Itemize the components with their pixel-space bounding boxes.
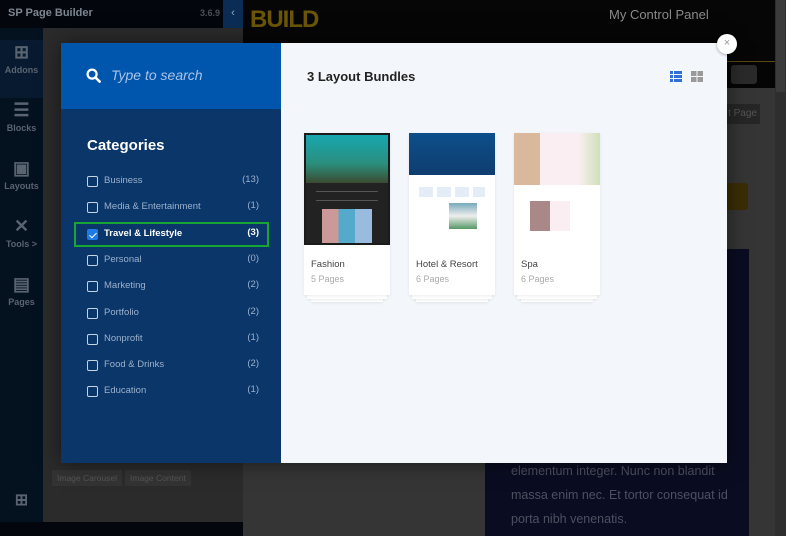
category-count: (2) [247, 358, 259, 370]
builder-topbar: SP Page Builder 3.6.9 [0, 0, 243, 28]
category-label: Food & Drinks [104, 359, 165, 371]
blocks-icon: ☰ [13, 100, 30, 120]
close-modal-button[interactable]: × [717, 34, 737, 54]
search-icon [86, 68, 101, 83]
category-count: (3) [247, 226, 259, 238]
checkbox[interactable] [87, 333, 98, 345]
category-count: (1) [247, 200, 259, 212]
add-icon[interactable]: ⊞ [0, 490, 43, 510]
category-item[interactable]: Nonprofit (1) [74, 327, 269, 352]
version-label: 3.6.9 [200, 8, 221, 18]
control-panel-link[interactable]: My Control Panel [609, 7, 709, 22]
category-item[interactable]: Food & Drinks (2) [74, 353, 269, 378]
site-logo: BUILD [250, 6, 319, 33]
checkbox[interactable] [87, 360, 98, 372]
checkbox[interactable] [87, 254, 98, 266]
bundle-card-fashion[interactable]: Fashion 5 Pages [304, 133, 390, 302]
search-input[interactable] [111, 67, 271, 83]
bundle-card-spa[interactable]: Spa 6 Pages [514, 133, 600, 302]
bundle-name: Spa [521, 259, 538, 270]
sidebar-item-addons[interactable]: ⊞ Addons [0, 40, 43, 98]
sidebar-item-tools[interactable]: ✕ Tools > [0, 216, 43, 249]
bundle-name: Fashion [311, 259, 345, 270]
fashion-thumbnail [304, 133, 390, 245]
category-label: Business [104, 175, 143, 186]
sidebar-label: Layouts [4, 181, 39, 191]
sidebar-label: Pages [8, 297, 35, 307]
category-count: (2) [247, 279, 259, 291]
category-label: Education [104, 385, 147, 397]
add-file-icon: ⊞ [13, 42, 30, 62]
category-label: Portfolio [104, 306, 139, 318]
builder-bottombar [0, 522, 243, 536]
category-item[interactable]: Marketing (2) [74, 274, 269, 299]
layouts-icon: ▣ [12, 158, 30, 178]
sidebar-item-pages[interactable]: ▤ Pages [0, 274, 43, 307]
collapse-sidebar-button[interactable]: ‹ [223, 0, 243, 28]
checkbox[interactable] [87, 281, 98, 293]
tools-icon: ✕ [13, 216, 30, 236]
categories-pane: Categories Business (13) Media & Entertain… [61, 43, 281, 463]
addon-image-carousel[interactable]: Image Carousel [52, 470, 123, 486]
sidebar-item-blocks[interactable]: ☰ Blocks [0, 100, 43, 133]
scrollbar-thumb[interactable] [776, 0, 785, 92]
category-label: Nonprofit [104, 332, 143, 344]
category-item[interactable]: Portfolio (2) [74, 301, 269, 326]
category-item[interactable]: Education (1) [74, 379, 269, 404]
sidebar-label: Tools > [5, 239, 38, 249]
sidebar-item-layouts[interactable]: ▣ Layouts [0, 158, 43, 191]
categories-title: Categories [87, 137, 165, 154]
category-label: Media & Entertainment [104, 201, 201, 213]
category-item[interactable]: Business (13) [74, 169, 269, 194]
search-box [61, 43, 281, 109]
bundles-count-title: 3 Layout Bundles [307, 69, 416, 84]
app-title: SP Page Builder [8, 7, 93, 19]
checkbox[interactable] [87, 176, 98, 187]
menu-button[interactable] [731, 65, 757, 84]
checkbox[interactable] [87, 202, 98, 214]
category-count: (1) [247, 384, 259, 396]
layout-bundles-modal: Categories Business (13) Media & Entertain… [61, 43, 727, 463]
checkbox[interactable] [87, 228, 98, 240]
bundle-pages: 5 Pages [311, 274, 345, 284]
category-label: Personal [104, 253, 142, 265]
category-count: (1) [247, 331, 259, 343]
category-label: Marketing [104, 280, 146, 292]
addon-buttons: Image Carousel Image Content [52, 470, 194, 486]
checkbox[interactable] [87, 307, 98, 319]
grid-view-icon[interactable] [691, 71, 703, 82]
body-text: elementum integer. Nunc non blandit mass… [511, 464, 728, 526]
spa-thumbnail [514, 133, 600, 245]
bundle-card-hotel-resort[interactable]: Hotel & Resort 6 Pages [409, 133, 495, 302]
addon-image-content[interactable]: Image Content [125, 470, 191, 486]
sidebar-label: Addons [4, 65, 39, 75]
category-item[interactable]: Personal (0) [74, 248, 269, 273]
category-count: (13) [242, 174, 259, 185]
builder-sidebar: ⊞ Addons ☰ Blocks ▣ Layouts ✕ Tools > ▤ Pages… [0, 28, 43, 522]
sidebar-label: Blocks [6, 123, 37, 133]
hotel-resort-thumbnail [409, 133, 495, 245]
bundle-pages: 6 Pages [416, 274, 450, 284]
category-item[interactable]: Media & Entertainment (1) [74, 195, 269, 220]
list-view-icon[interactable] [670, 71, 682, 82]
category-count: (2) [247, 305, 259, 317]
category-item[interactable]: Travel & Lifestyle (3) [74, 221, 269, 247]
bundle-name: Hotel & Resort [416, 259, 478, 270]
checkbox[interactable] [87, 386, 98, 398]
category-count: (0) [247, 252, 259, 264]
category-label: Travel & Lifestyle [104, 227, 183, 239]
bundle-pages: 6 Pages [521, 274, 555, 284]
pages-icon: ▤ [12, 274, 30, 294]
